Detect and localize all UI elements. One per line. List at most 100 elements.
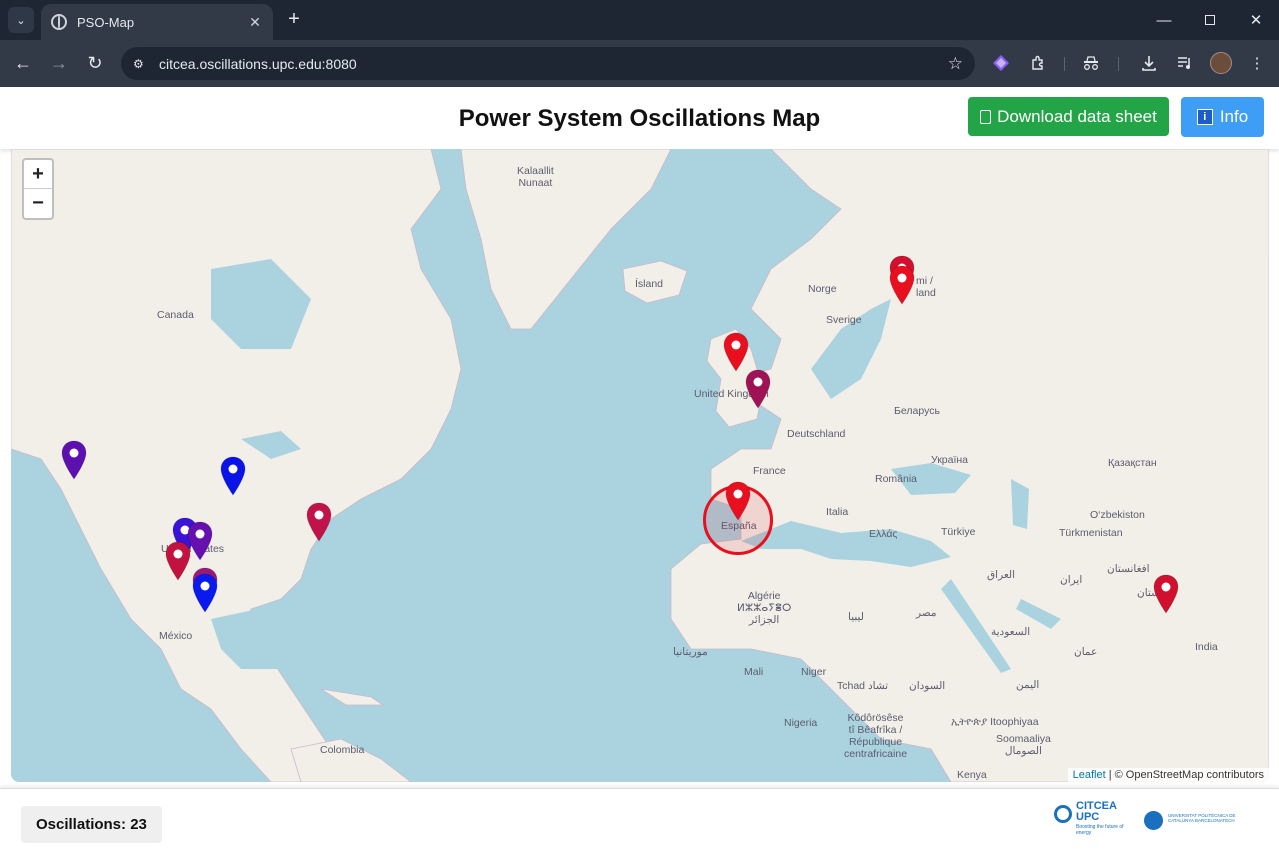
label-misr: مصر: [916, 607, 937, 619]
download-button-label: Download data sheet: [997, 106, 1157, 126]
info-button-label: Info: [1219, 107, 1249, 126]
label-belarus: Беларусь: [894, 405, 940, 417]
reload-icon[interactable]: ↻: [83, 51, 107, 75]
browser-tab[interactable]: PSO-Map ✕: [41, 4, 273, 40]
download-data-sheet-button[interactable]: Download data sheet: [968, 97, 1169, 136]
maximize-button[interactable]: [1187, 0, 1233, 40]
label-sverige: Sverige: [826, 314, 862, 326]
label-deutschland: Deutschland: [787, 428, 846, 440]
new-tab-button[interactable]: +: [284, 8, 304, 30]
toolbar-separator: [1064, 57, 1065, 71]
maximize-icon: [1205, 15, 1215, 25]
map-pin-icon[interactable]: [745, 369, 771, 414]
tab-title: PSO-Map: [77, 14, 135, 30]
label-algerie: Algérie ⵍⵣⵣⴰⵢⴻⵔ الجزائر: [737, 590, 792, 626]
close-tab-icon[interactable]: ✕: [247, 14, 263, 31]
label-italia: Italia: [826, 506, 849, 518]
label-turkmenistan: Türkmenistan: [1059, 527, 1123, 539]
label-canada: Canada: [157, 309, 194, 321]
world-map[interactable]: Kalaallit Nunaat Ísland Canada Norge Sver…: [11, 149, 1269, 782]
label-saudi: السعودية: [991, 626, 1031, 638]
label-ethiopia: ኢትዮጵያ Itoophiyaa: [951, 716, 1039, 728]
menu-kebab-icon[interactable]: ⋮: [1246, 52, 1268, 74]
label-mauritania: موريتانيا: [673, 646, 708, 658]
zoom-in-button[interactable]: +: [24, 160, 52, 189]
site-settings-icon[interactable]: ⚙: [133, 57, 151, 71]
label-ukraina: Україна: [931, 454, 969, 466]
label-iraq: العراق: [987, 569, 1016, 581]
label-sudan: السودان: [909, 680, 946, 692]
greenland-landmass: [460, 149, 672, 330]
label-central-african-republic: Kôdôrösêse tî Bêafrîka / République centraf…: [844, 712, 908, 760]
label-yemen: اليمن: [1016, 679, 1040, 691]
info-icon: i: [1196, 109, 1213, 125]
tab-search-button[interactable]: ⌄: [8, 7, 34, 33]
browser-toolbar: ← → ↻ ⚙ citcea.oscillations.upc.edu:8080…: [0, 40, 1279, 87]
label-france: France: [753, 465, 786, 477]
forward-arrow-icon[interactable]: →: [47, 51, 71, 75]
citcea-logo: CITCEA UPC Boosting the future of energy: [1054, 801, 1124, 839]
label-ozbekiston: O‘zbekiston: [1090, 509, 1145, 521]
label-mali: Mali: [744, 666, 764, 678]
map-geography: [11, 149, 1269, 782]
app-footer: Oscillations: 23 CITCEA UPC Boosting the…: [0, 788, 1279, 854]
label-island: Ísland: [635, 278, 664, 290]
attribution-text: | © OpenStreetMap contributors: [1105, 769, 1264, 781]
incognito-icon[interactable]: [1080, 52, 1102, 74]
close-window-button[interactable]: ✕: [1233, 0, 1279, 40]
label-norge: Norge: [808, 283, 837, 295]
label-oman: عمان: [1074, 646, 1098, 658]
zoom-out-button[interactable]: −: [24, 189, 52, 218]
map-pin-icon[interactable]: [725, 481, 751, 526]
toolbar-separator: [1118, 57, 1119, 71]
label-kazakhstan: Қазақстан: [1108, 457, 1157, 469]
caribbean-islands: [320, 688, 385, 706]
map-pin-icon[interactable]: [192, 573, 218, 618]
label-india: India: [1195, 641, 1218, 653]
url-text[interactable]: citcea.oscillations.upc.edu:8080: [159, 56, 948, 72]
map-pin-icon[interactable]: [165, 541, 191, 586]
back-arrow-icon[interactable]: ←: [11, 51, 35, 75]
label-turkiye: Türkiye: [941, 526, 976, 538]
map-pin-icon[interactable]: [889, 265, 915, 310]
media-queue-icon[interactable]: [1174, 52, 1196, 74]
profile-avatar[interactable]: [1210, 52, 1232, 74]
bookmark-star-icon[interactable]: ☆: [948, 54, 963, 74]
label-somalia: Soomaaliya الصومال: [996, 733, 1051, 757]
page-content: Power System Oscillations Map Download d…: [0, 87, 1279, 854]
label-iran: ایران: [1060, 574, 1083, 586]
download-icon[interactable]: [1138, 52, 1160, 74]
leaflet-link[interactable]: Leaflet: [1073, 769, 1106, 781]
label-niger: Niger: [801, 666, 827, 678]
label-colombia: Colombia: [320, 744, 365, 756]
map-pin-icon[interactable]: [220, 456, 246, 501]
label-nigeria: Nigeria: [784, 717, 818, 729]
oscillations-count-badge: Oscillations: 23: [21, 806, 162, 843]
label-mexico: México: [159, 630, 193, 642]
zoom-control: + −: [22, 158, 54, 220]
citcea-logo-mark: [1054, 805, 1072, 823]
map-pin-icon[interactable]: [61, 440, 87, 485]
upc-logo-mark: [1144, 811, 1163, 830]
document-icon: [980, 109, 992, 124]
label-greenland: Kalaallit Nunaat: [517, 165, 554, 189]
info-button[interactable]: i Info: [1181, 97, 1264, 137]
extensions-puzzle-icon[interactable]: [1027, 52, 1049, 74]
extension-diamond-icon[interactable]: [990, 52, 1012, 74]
browser-tab-bar: ⌄ PSO-Map ✕ + — ✕: [0, 0, 1279, 40]
minimize-button[interactable]: —: [1141, 0, 1187, 40]
globe-icon: [51, 14, 67, 30]
map-pin-icon[interactable]: [1153, 574, 1179, 619]
app-header: Power System Oscillations Map Download d…: [0, 87, 1279, 149]
upc-logo: UNIVERSITAT POLITÈCNICA DE CATALUNYA BAR…: [1144, 811, 1236, 831]
label-afghanistan: افغانستان: [1107, 563, 1150, 575]
label-ellas: Ελλάς: [869, 528, 898, 540]
label-suomi: mi / land: [916, 275, 936, 299]
label-romania: România: [875, 473, 918, 485]
map-pin-icon[interactable]: [306, 502, 332, 547]
label-libya: ليبيا: [848, 611, 864, 623]
address-bar[interactable]: ⚙ citcea.oscillations.upc.edu:8080 ☆: [121, 47, 975, 80]
label-kenya: Kenya: [957, 769, 987, 781]
map-attribution: Leaflet | © OpenStreetMap contributors: [1067, 768, 1269, 782]
label-tchad: Tchad تشاد: [837, 680, 889, 692]
